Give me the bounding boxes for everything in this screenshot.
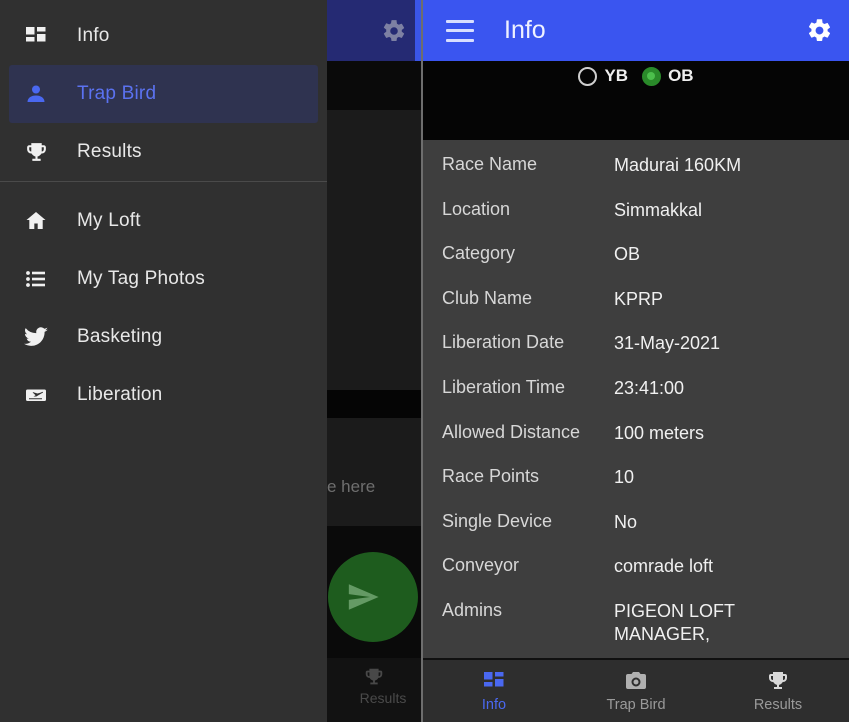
category-selector-bar: YB OB Info bbox=[423, 61, 849, 140]
send-icon bbox=[346, 580, 380, 614]
navigation-drawer: Info Trap Bird bbox=[0, 0, 327, 722]
dimmed-input-hint: e here bbox=[327, 477, 421, 497]
table-row: Location Simmakkal bbox=[423, 185, 849, 230]
drawer-item-my-tag-photos[interactable]: My Tag Photos bbox=[0, 250, 327, 308]
dimmed-card bbox=[327, 110, 421, 390]
table-row: Race Name Madurai 160KM bbox=[423, 140, 849, 185]
row-value: OB bbox=[614, 229, 640, 266]
dashboard-icon bbox=[482, 669, 506, 693]
drawer-item-results[interactable]: Results bbox=[0, 123, 327, 181]
radio-ob[interactable]: OB bbox=[642, 66, 694, 86]
bottom-navigation: Info Trap Bird Results bbox=[423, 658, 849, 722]
drawer-item-label: Basketing bbox=[77, 326, 162, 348]
row-value: No bbox=[614, 497, 637, 534]
row-key: Category bbox=[442, 229, 614, 264]
row-key: Conveyor bbox=[442, 541, 614, 576]
dimmed-nav-item-results[interactable]: Results bbox=[327, 666, 421, 706]
table-row: Liberation Date 31-May-2021 bbox=[423, 318, 849, 363]
hamburger-icon[interactable] bbox=[446, 20, 474, 42]
drawer-item-label: Results bbox=[77, 141, 142, 163]
bottom-nav-label: Trap Bird bbox=[606, 697, 665, 713]
table-row: Conveyor comrade loft bbox=[423, 541, 849, 586]
radio-group: YB OB bbox=[423, 66, 849, 86]
radio-yb[interactable]: YB bbox=[578, 66, 628, 86]
table-row: Race Points 10 bbox=[423, 452, 849, 497]
camera-icon bbox=[624, 669, 648, 693]
trophy-icon bbox=[363, 666, 385, 688]
drawer-item-label: My Tag Photos bbox=[77, 268, 205, 290]
trophy-icon bbox=[766, 669, 790, 693]
bird-icon bbox=[22, 323, 50, 351]
trophy-icon bbox=[22, 138, 50, 166]
row-key: Admins bbox=[442, 586, 614, 621]
row-value: 23:41:00 bbox=[614, 363, 684, 400]
bottom-nav-item-trap-bird[interactable]: Trap Bird bbox=[565, 660, 707, 722]
radio-circle-icon bbox=[642, 67, 661, 86]
radio-circle-icon bbox=[578, 67, 597, 86]
bottom-nav-item-info[interactable]: Info bbox=[423, 660, 565, 722]
table-row: Allowed Distance 100 meters bbox=[423, 408, 849, 453]
list-icon bbox=[22, 265, 50, 293]
row-value: Madurai 160KM bbox=[614, 140, 741, 177]
radio-label: YB bbox=[604, 66, 628, 86]
person-icon bbox=[22, 80, 50, 108]
row-key: Allowed Distance bbox=[442, 408, 614, 443]
gear-icon[interactable] bbox=[381, 18, 407, 44]
left-screenshot: e here Results bbox=[0, 0, 421, 722]
row-value: KPRP bbox=[614, 274, 663, 311]
row-key: Single Device bbox=[442, 497, 614, 532]
row-value: Simmakkal bbox=[614, 185, 702, 222]
app-bar-title: Info bbox=[504, 16, 546, 45]
bottom-nav-label: Results bbox=[754, 697, 802, 713]
drawer-group-secondary: My Loft My Tag Photos bbox=[0, 182, 327, 424]
row-key: Race Name bbox=[442, 140, 614, 175]
release-bird-icon bbox=[22, 381, 50, 409]
drawer-item-trap-bird[interactable]: Trap Bird bbox=[9, 65, 318, 123]
dimmed-nav-label: Results bbox=[345, 690, 421, 706]
drawer-item-info[interactable]: Info bbox=[0, 7, 327, 65]
row-value: comrade loft bbox=[614, 541, 713, 578]
row-value: 10 bbox=[614, 452, 634, 489]
row-key: Race Points bbox=[442, 452, 614, 487]
row-value: 100 meters bbox=[614, 408, 704, 445]
drawer-item-label: Liberation bbox=[77, 384, 162, 406]
row-value: PIGEON LOFT MANAGER, bbox=[614, 586, 735, 646]
bottom-nav-label: Info bbox=[482, 697, 506, 713]
row-key: Liberation Time bbox=[442, 363, 614, 398]
right-screenshot: Info YB OB Info Race Name Madurai bbox=[421, 0, 849, 722]
table-row: Club Name KPRP bbox=[423, 274, 849, 319]
drawer-item-basketing[interactable]: Basketing bbox=[0, 308, 327, 366]
table-row: Admins PIGEON LOFT MANAGER, bbox=[423, 586, 849, 631]
bottom-nav-item-results[interactable]: Results bbox=[707, 660, 849, 722]
row-key: Liberation Date bbox=[442, 318, 614, 353]
drawer-item-label: Trap Bird bbox=[77, 83, 156, 105]
drawer-item-liberation[interactable]: Liberation bbox=[0, 366, 327, 424]
row-key: Club Name bbox=[442, 274, 614, 309]
row-key: Location bbox=[442, 185, 614, 220]
screenshot-root: e here Results bbox=[0, 0, 849, 722]
info-detail-list: Race Name Madurai 160KM Location Simmakk… bbox=[423, 140, 849, 658]
drawer-group-primary: Info Trap Bird bbox=[0, 0, 327, 181]
app-bar: Info bbox=[423, 0, 849, 61]
gear-icon[interactable] bbox=[806, 17, 833, 44]
table-row: Liberation Time 23:41:00 bbox=[423, 363, 849, 408]
row-value: 31-May-2021 bbox=[614, 318, 720, 355]
dimmed-band bbox=[327, 390, 421, 418]
dashboard-icon bbox=[22, 22, 50, 50]
drawer-item-my-loft[interactable]: My Loft bbox=[0, 192, 327, 250]
dimmed-input-row bbox=[327, 418, 421, 526]
table-row: Category OB bbox=[423, 229, 849, 274]
home-icon bbox=[22, 207, 50, 235]
drawer-item-label: My Loft bbox=[77, 210, 141, 232]
table-row: Single Device No bbox=[423, 497, 849, 542]
drawer-item-label: Info bbox=[77, 25, 110, 47]
radio-label: OB bbox=[668, 66, 694, 86]
